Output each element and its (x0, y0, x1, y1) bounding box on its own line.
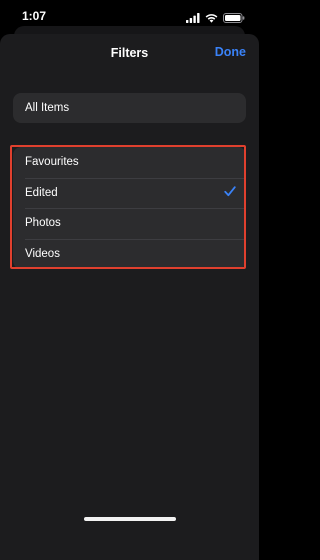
filter-row-photos[interactable]: Photos (13, 208, 246, 239)
checkmark-icon (224, 185, 236, 200)
all-items-group: All Items (13, 93, 246, 123)
home-indicator[interactable] (84, 517, 176, 521)
filter-label: Edited (25, 186, 58, 199)
filter-row-edited[interactable]: Edited (13, 177, 246, 209)
filter-row-favourites[interactable]: Favourites (13, 147, 246, 178)
filter-row-all-items[interactable]: All Items (13, 93, 246, 123)
filter-label: All Items (25, 102, 70, 115)
done-button[interactable]: Done (215, 45, 246, 59)
filter-options-group: Favourites Edited Photos Videos (13, 147, 246, 269)
screen: { "status_bar": { "time": "1:07", "icons… (0, 0, 259, 560)
filter-label: Videos (25, 247, 60, 260)
filter-label: Photos (25, 217, 61, 230)
filter-row-videos[interactable]: Videos (13, 238, 246, 270)
nav-bar: Filters Done (0, 34, 259, 74)
status-time: 1:07 (22, 9, 47, 23)
filters-sheet: Filters Done All Items Favourites Edited… (0, 34, 259, 560)
filter-label: Favourites (25, 156, 79, 169)
